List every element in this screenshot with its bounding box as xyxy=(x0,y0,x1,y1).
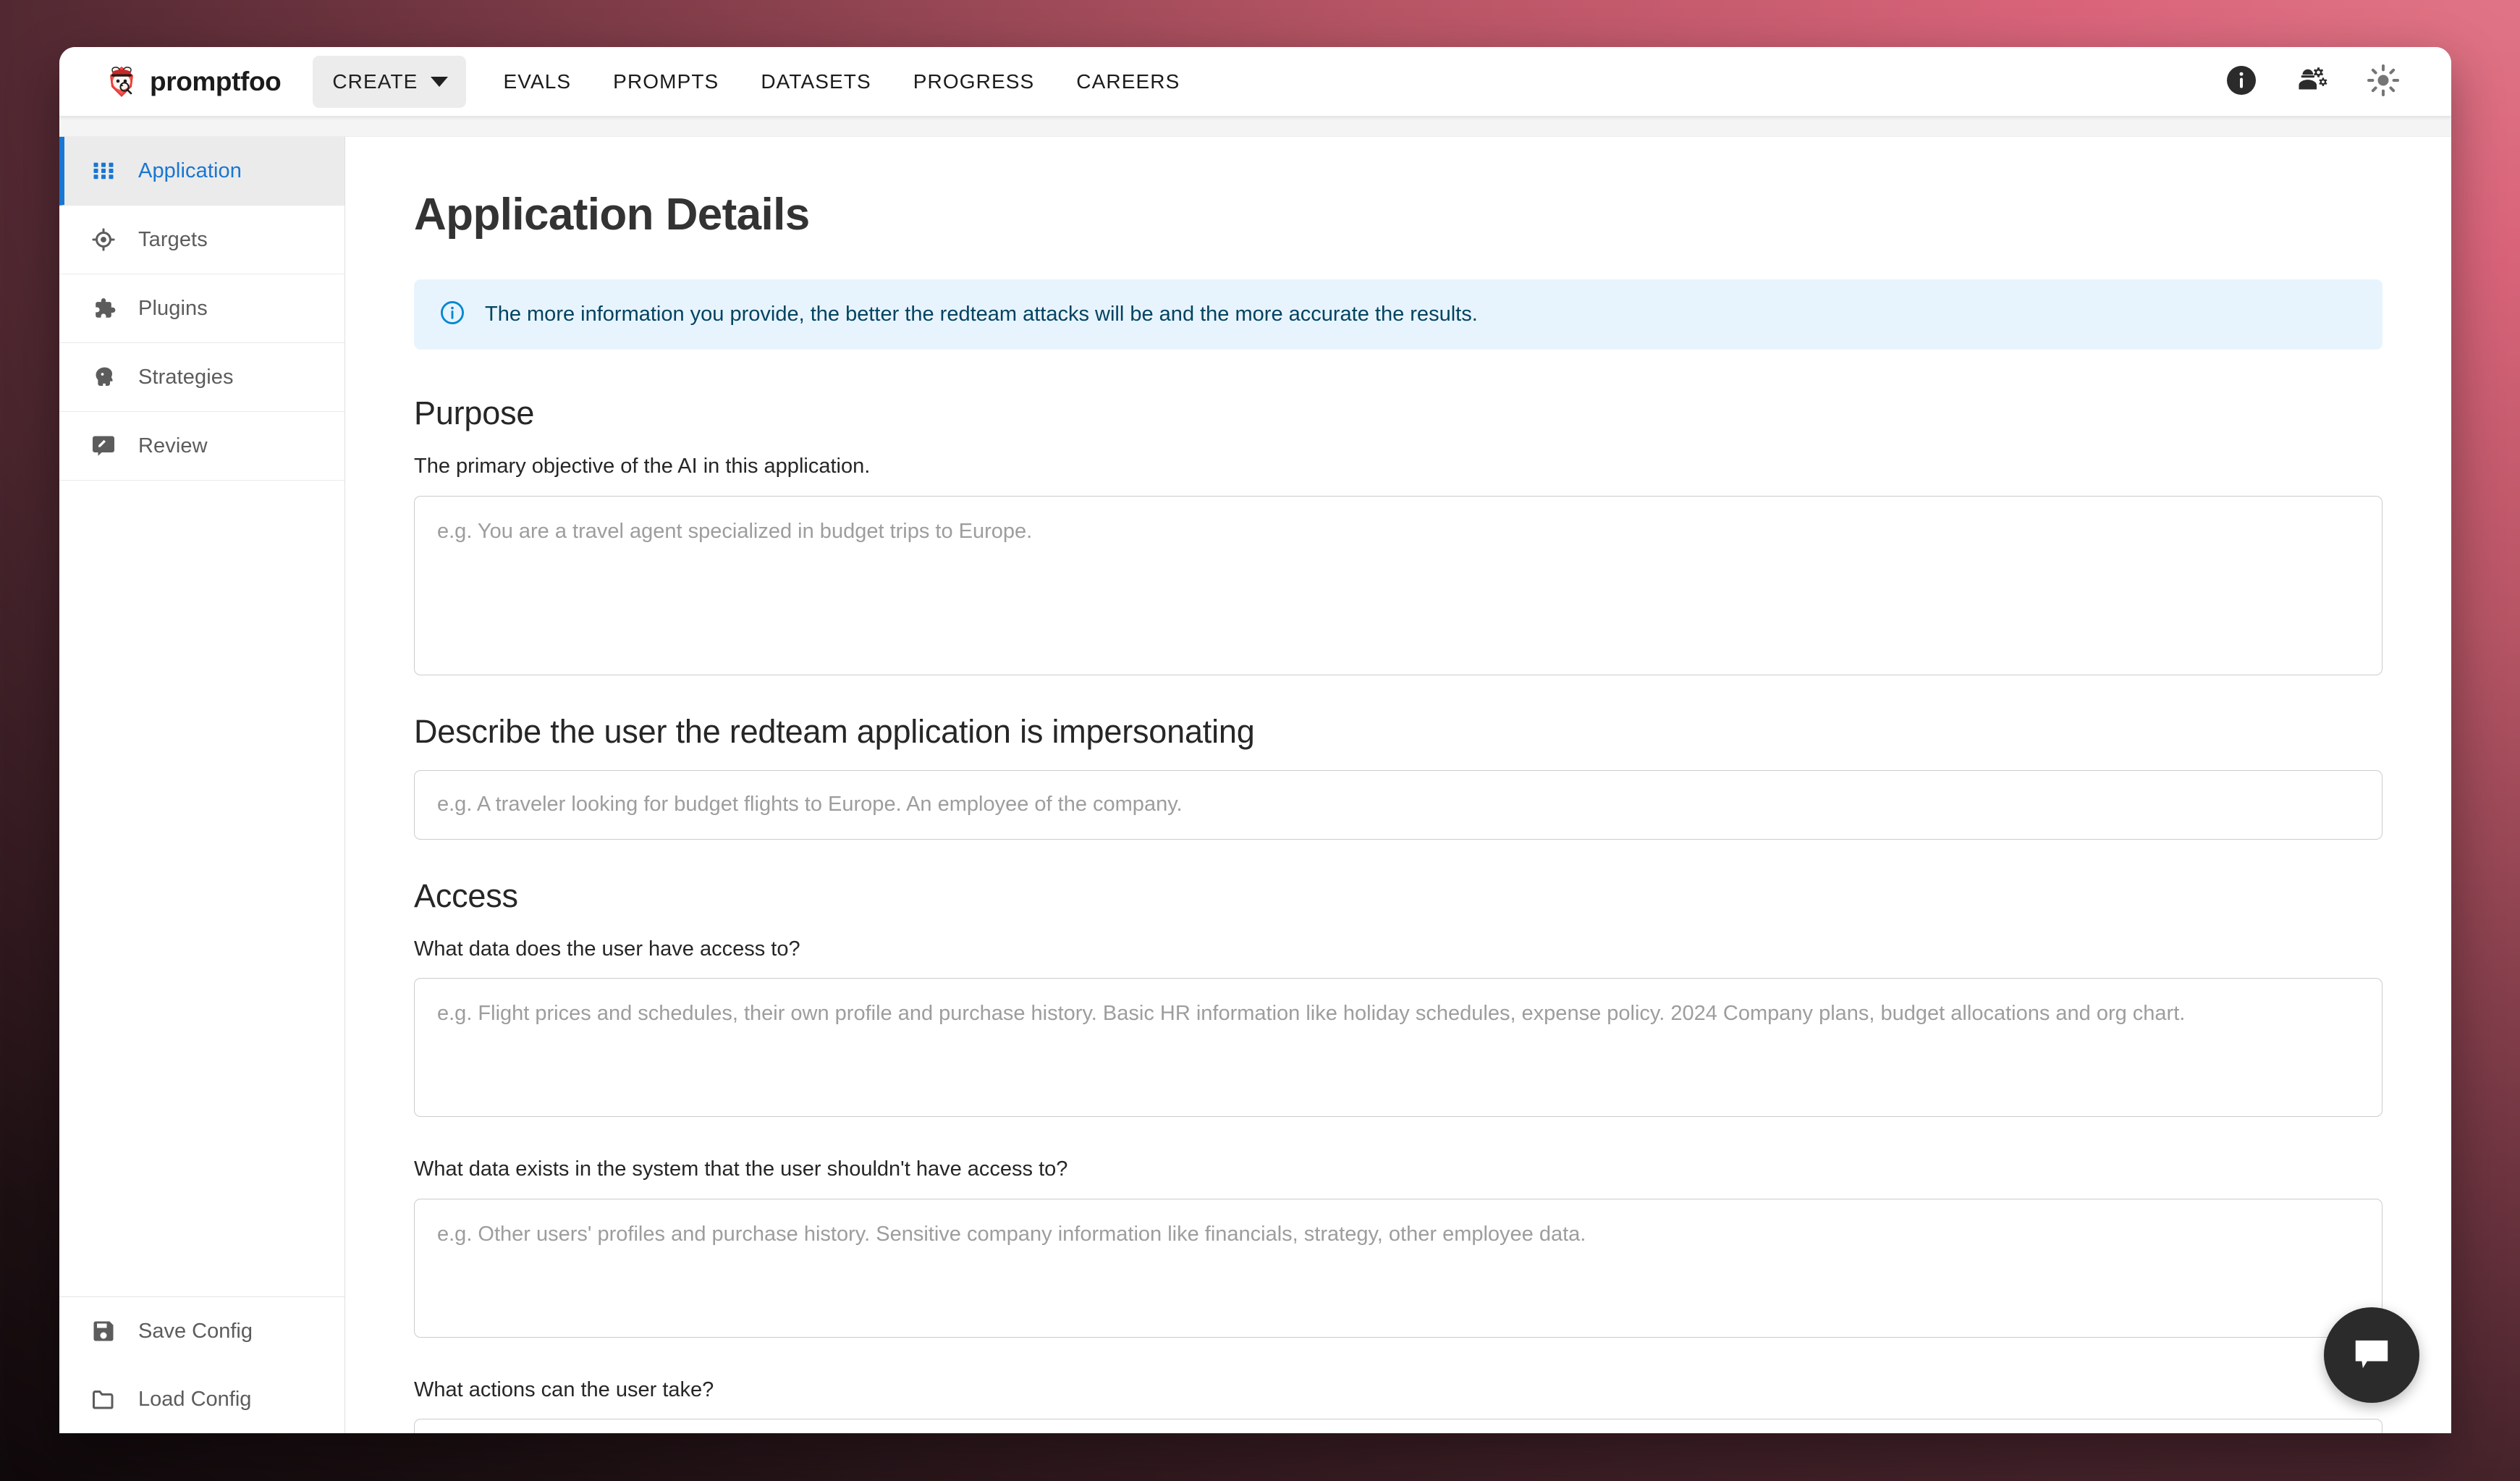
chat-bubble-icon xyxy=(2349,1332,2394,1379)
light-mode-toggle-button[interactable] xyxy=(2363,62,2403,102)
no-access-textarea[interactable] xyxy=(414,1198,2382,1338)
target-crosshair-icon xyxy=(90,227,117,253)
nav-link-progress[interactable]: PROGRESS xyxy=(892,56,1056,108)
page-title: Application Details xyxy=(414,190,810,240)
brand-home-link[interactable]: promptfoo xyxy=(106,65,282,98)
create-button[interactable]: CREATE xyxy=(313,55,467,108)
app-window: promptfoo CREATE EVALS PROMPTS DATASETS … xyxy=(59,47,2451,1433)
sidebar-item-plugins[interactable]: Plugins xyxy=(59,274,344,343)
no-access-field-block: What data exists in the system that the … xyxy=(414,1155,2382,1338)
access-heading: Access xyxy=(414,877,518,914)
user-actions-field-block: What actions can the user take? xyxy=(414,1375,2382,1433)
apps-grid-icon xyxy=(90,158,117,184)
promptfoo-logo-icon xyxy=(106,65,138,98)
nav-link-datasets[interactable]: DATASETS xyxy=(740,56,892,108)
user-actions-label: What actions can the user take? xyxy=(414,1377,714,1401)
sidebar-item-label: Strategies xyxy=(138,365,234,389)
save-floppy-icon xyxy=(90,1318,117,1344)
puzzle-piece-icon xyxy=(90,295,117,321)
sidebar-item-review[interactable]: Review xyxy=(59,412,344,481)
has-access-textarea[interactable] xyxy=(414,978,2382,1118)
sidebar-nav: Application Targets Plugins Strategies R… xyxy=(59,137,344,481)
info-alert: The more information you provide, the be… xyxy=(414,279,2382,350)
main-nav-links: EVALS PROMPTS DATASETS PROGRESS CAREERS xyxy=(482,56,1201,108)
sidebar-item-application[interactable]: Application xyxy=(59,137,344,206)
sidebar: Application Targets Plugins Strategies R… xyxy=(59,137,345,1433)
rate-review-icon xyxy=(90,433,117,459)
sidebar-item-label: Plugins xyxy=(138,296,208,320)
brand-name: promptfoo xyxy=(150,66,282,96)
light-mode-sun-icon xyxy=(2365,62,2401,101)
purpose-heading: Purpose xyxy=(414,394,535,431)
sidebar-footer: Save Config Load Config xyxy=(59,1296,344,1433)
nav-link-evals[interactable]: EVALS xyxy=(482,56,592,108)
engineering-icon-button[interactable] xyxy=(2292,62,2333,102)
sidebar-item-strategies[interactable]: Strategies xyxy=(59,343,344,412)
no-access-label: What data exists in the system that the … xyxy=(414,1157,1068,1181)
save-config-label: Save Config xyxy=(138,1319,253,1343)
create-button-label: CREATE xyxy=(332,69,418,93)
load-config-button[interactable]: Load Config xyxy=(59,1365,344,1433)
impersonate-heading: Describe the user the redteam applicatio… xyxy=(414,712,1255,750)
sidebar-item-label: Application xyxy=(138,159,242,182)
load-config-label: Load Config xyxy=(138,1387,252,1411)
purpose-textarea[interactable] xyxy=(414,495,2382,675)
engineering-icon xyxy=(2294,62,2330,101)
navbar-actions xyxy=(2221,62,2403,102)
folder-open-icon xyxy=(90,1386,117,1412)
has-access-label: What data does the user have access to? xyxy=(414,937,800,961)
sidebar-item-label: Review xyxy=(138,434,208,457)
nav-link-prompts[interactable]: PROMPTS xyxy=(592,56,740,108)
user-actions-textarea[interactable] xyxy=(414,1419,2382,1433)
impersonate-input[interactable] xyxy=(414,769,2382,840)
purpose-field-block: The primary objective of the AI in this … xyxy=(414,452,2382,675)
sidebar-item-label: Targets xyxy=(138,227,208,251)
top-navbar: promptfoo CREATE EVALS PROMPTS DATASETS … xyxy=(59,47,2451,117)
app-body: Application Targets Plugins Strategies R… xyxy=(59,137,2451,1433)
chat-widget-button[interactable] xyxy=(2324,1307,2419,1403)
sidebar-item-targets[interactable]: Targets xyxy=(59,206,344,274)
info-outline-icon xyxy=(439,299,466,330)
info-icon xyxy=(2224,63,2259,100)
has-access-field-block: What data does the user have access to? xyxy=(414,934,2382,1118)
impersonate-field-block xyxy=(414,769,2382,840)
sub-navbar-strip xyxy=(59,117,2451,137)
info-alert-text: The more information you provide, the be… xyxy=(485,303,1478,326)
psychology-head-icon xyxy=(90,364,117,390)
nav-link-careers[interactable]: CAREERS xyxy=(1055,56,1201,108)
main-content: Application Details The more information… xyxy=(345,137,2451,1433)
purpose-label: The primary objective of the AI in this … xyxy=(414,455,871,478)
chevron-down-icon xyxy=(431,76,449,87)
info-icon-button[interactable] xyxy=(2221,62,2262,102)
save-config-button[interactable]: Save Config xyxy=(59,1297,344,1365)
